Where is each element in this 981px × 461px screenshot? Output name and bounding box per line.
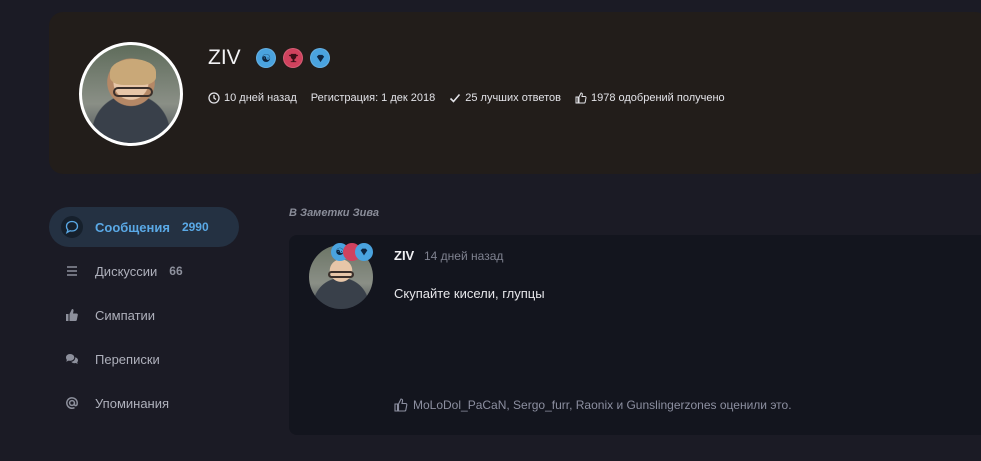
registration-text: Регистрация: 1 дек 2018 — [310, 92, 436, 104]
likes-received-text: 1978 одобрений получено — [590, 92, 725, 104]
post-likes-summary[interactable]: MoLoDol_PaCaN, Sergo_furr, Raonix и Guns… — [394, 398, 792, 412]
sidebar-item-messages[interactable]: Сообщения 2990 — [49, 207, 239, 247]
stat-last-seen: 10 дней назад — [208, 92, 297, 104]
profile-sidebar: Сообщения 2990 Дискуссии 66 Симпатии Пер… — [49, 207, 239, 427]
post-author-name[interactable]: ZIV — [394, 248, 414, 263]
sidebar-item-discussions[interactable]: Дискуссии 66 — [49, 251, 239, 291]
sidebar-item-conversations[interactable]: Переписки — [49, 339, 239, 379]
sidebar-item-label: Переписки — [95, 351, 160, 367]
thumbs-up-icon — [61, 304, 83, 326]
chat-bubble-icon — [61, 216, 83, 238]
profile-avatar[interactable] — [79, 42, 183, 146]
sidebar-item-count: 2990 — [181, 220, 209, 234]
sidebar-item-label: Сообщения — [95, 219, 170, 235]
diamond-icon[interactable] — [310, 48, 330, 68]
sidebar-item-likes[interactable]: Симпатии — [49, 295, 239, 335]
post-body: Скупайте кисели, глупцы — [394, 286, 545, 301]
sidebar-item-label: Дискуссии — [95, 263, 158, 279]
stat-likes[interactable]: 1978 одобрений получено — [575, 92, 725, 104]
sidebar-item-label: Упоминания — [95, 395, 170, 411]
list-icon — [61, 260, 83, 282]
profile-page: ZIV ☯ 10 дней назад Регистрация: 1 дек 2… — [0, 0, 981, 461]
conversations-icon — [61, 348, 83, 370]
check-icon — [450, 93, 461, 103]
profile-username[interactable]: ZIV — [208, 46, 241, 70]
thumbs-up-icon — [575, 92, 587, 104]
yin-yang-icon[interactable]: ☯ — [256, 48, 276, 68]
post-timestamp[interactable]: 14 дней назад — [424, 249, 503, 263]
diamond-icon[interactable] — [355, 243, 373, 261]
stat-registration: Регистрация: 1 дек 2018 — [311, 92, 435, 104]
sidebar-item-mentions[interactable]: Упоминания — [49, 383, 239, 423]
thumbs-up-icon — [394, 398, 408, 412]
section-title[interactable]: В Заметки Зива — [289, 207, 379, 219]
profile-stats: 10 дней назад Регистрация: 1 дек 2018 25… — [208, 92, 725, 104]
avatar-glasses — [328, 271, 354, 278]
best-answers-text: 25 лучших ответов — [465, 92, 561, 104]
avatar-hair — [110, 59, 156, 85]
trophy-icon[interactable] — [283, 48, 303, 68]
avatar-glasses — [113, 87, 153, 97]
sidebar-item-label: Симпатии — [95, 307, 156, 323]
sidebar-item-count: 66 — [169, 264, 183, 278]
likes-text: MoLoDol_PaCaN, Sergo_furr, Raonix и Guns… — [413, 398, 792, 412]
last-seen-text: 10 дней назад — [224, 92, 297, 104]
profile-post: ☯ ZIV 14 дней назад Скупайте кисели, глу… — [289, 235, 981, 435]
stat-best-answers[interactable]: 25 лучших ответов — [449, 92, 561, 104]
at-icon — [61, 392, 83, 414]
profile-header: ZIV ☯ 10 дней назад Регистрация: 1 дек 2… — [49, 12, 981, 174]
clock-icon — [208, 92, 220, 104]
